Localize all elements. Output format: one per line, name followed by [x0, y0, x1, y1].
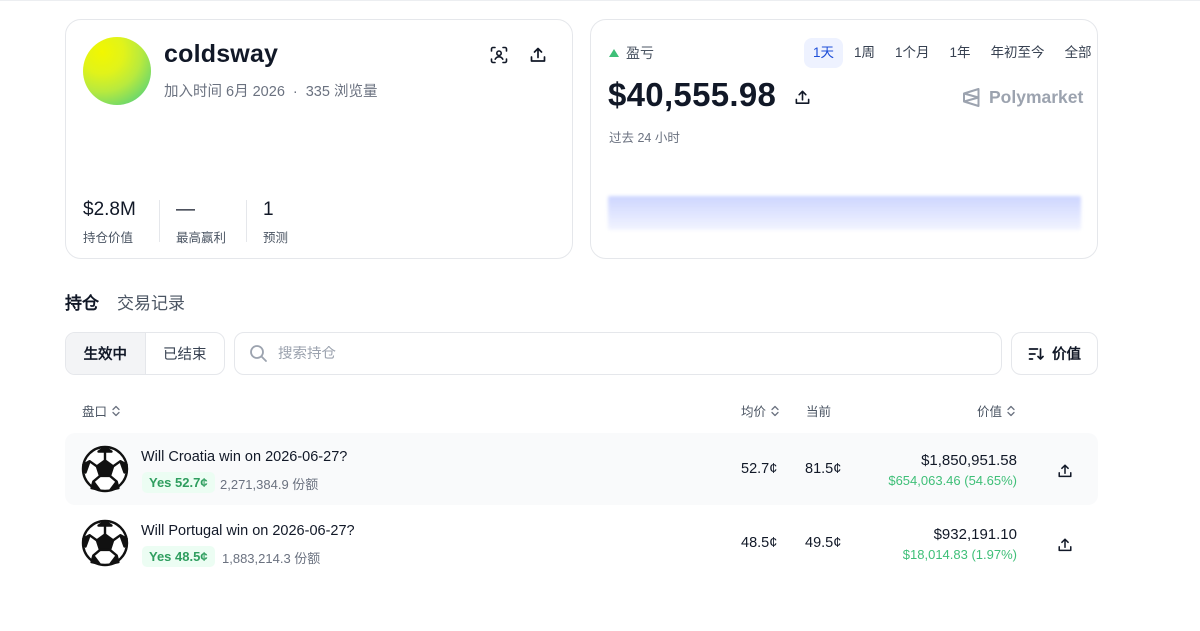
- top-divider: [0, 0, 1200, 1]
- outcome-badge: Yes 48.5¢: [142, 546, 215, 567]
- share-position-button[interactable]: [1054, 460, 1076, 482]
- join-date: 加入时间 6月 2026: [164, 84, 285, 100]
- period-1d[interactable]: 1天: [804, 38, 844, 68]
- stat-divider: [159, 200, 160, 242]
- sort-toggle-icon: [771, 405, 779, 416]
- pnl-amount: $40,555.98: [608, 76, 777, 113]
- search-input[interactable]: [278, 345, 958, 362]
- sort-button[interactable]: 价值: [1011, 332, 1098, 375]
- search-box: [234, 332, 1002, 375]
- column-header-value[interactable]: 价值: [977, 401, 1016, 420]
- share-pnl-button[interactable]: [791, 86, 813, 108]
- column-header-label: 当前: [806, 405, 832, 419]
- position-pnl: $654,063.46 (54.65%): [888, 473, 1017, 488]
- share-icon: [1058, 464, 1072, 478]
- share-icon: [530, 47, 546, 62]
- period-1y[interactable]: 1年: [941, 38, 980, 68]
- join-info: 加入时间 6月 2026 · 335 浏览量: [164, 80, 377, 101]
- stat-positions-value: $2.8M 持仓价值: [83, 199, 136, 246]
- current-price: 81.5¢: [805, 461, 842, 477]
- sort-label: 价值: [1052, 347, 1081, 363]
- filter-active[interactable]: 生效中: [66, 333, 146, 374]
- content-tabs: 持仓 交易记录: [65, 289, 185, 314]
- period-all[interactable]: 全部: [1056, 38, 1101, 68]
- scan-button[interactable]: [488, 44, 510, 66]
- profile-card: coldsway 加入时间 6月 2026 · 335 浏览量 $2.8M 持仓价值…: [65, 19, 573, 259]
- share-icon: [795, 90, 809, 104]
- column-header-current[interactable]: 当前: [806, 401, 831, 420]
- sort-toggle-icon: [112, 405, 120, 416]
- pnl-chart: [608, 196, 1081, 230]
- position-value: $932,191.10: [933, 526, 1017, 543]
- brand-name: Polymarket: [989, 87, 1084, 107]
- share-count: 2,271,384.9 份额: [220, 477, 319, 492]
- filter-closed[interactable]: 已结束: [146, 333, 225, 374]
- avg-price: 52.7¢: [741, 461, 778, 477]
- column-header-label: 盘口: [82, 405, 108, 419]
- soccer-ball-icon: [81, 445, 129, 493]
- share-icon: [1058, 538, 1072, 552]
- period-selector: 1天 1周 1个月 1年 年初至今 全部: [804, 38, 1103, 68]
- stat-value: —: [176, 199, 195, 220]
- period-1m[interactable]: 1个月: [886, 38, 939, 68]
- share-profile-button[interactable]: [527, 44, 549, 66]
- pnl-title-label: 盈亏: [626, 45, 654, 61]
- sort-icon: [1028, 347, 1044, 360]
- share-position-button[interactable]: [1054, 534, 1076, 556]
- current-price: 49.5¢: [805, 535, 842, 551]
- column-header-market[interactable]: 盘口: [82, 401, 121, 420]
- scan-icon: [490, 46, 508, 64]
- share-count: 1,883,214.3 份额: [222, 551, 321, 566]
- avg-price: 48.5¢: [741, 535, 778, 551]
- soccer-ball-icon: [81, 519, 129, 567]
- search-icon: [250, 345, 267, 362]
- column-header-label: 价值: [977, 405, 1003, 419]
- stat-label: 预测: [263, 231, 289, 245]
- table-row[interactable]: Will Portugal win on 2026-06-27? Yes 48.…: [65, 507, 1098, 579]
- stat-value: $2.8M: [83, 199, 136, 220]
- pnl-card: 盈亏 1天 1周 1个月 1年 年初至今 全部 $40,555.98 Polym…: [590, 19, 1098, 259]
- pnl-title: 盈亏: [609, 43, 654, 63]
- stat-value: 1: [263, 199, 274, 220]
- outcome-badge: Yes 52.7¢: [142, 472, 215, 493]
- view-count: 335 浏览量: [305, 84, 378, 100]
- position-value: $1,850,951.58: [921, 452, 1017, 469]
- period-ytd[interactable]: 年初至今: [982, 38, 1054, 68]
- column-header-label: 均价: [741, 405, 767, 419]
- position-pnl: $18,014.83 (1.97%): [902, 547, 1017, 562]
- polymarket-logo-icon: [963, 88, 980, 107]
- stat-divider: [246, 200, 247, 242]
- stat-label: 持仓价值: [83, 231, 134, 245]
- market-title[interactable]: Will Croatia win on 2026-06-27?: [141, 449, 347, 465]
- username: coldsway: [164, 40, 279, 68]
- status-toggle: 生效中 已结束: [65, 332, 225, 375]
- tab-positions[interactable]: 持仓: [65, 289, 99, 314]
- stat-biggest-win: — 最高赢利: [176, 199, 226, 246]
- tab-history[interactable]: 交易记录: [117, 289, 185, 314]
- column-header-avg[interactable]: 均价: [741, 401, 780, 420]
- stat-predictions: 1 预测: [263, 199, 288, 246]
- trend-up-icon: [609, 49, 619, 57]
- stat-label: 最高赢利: [176, 231, 227, 245]
- market-title[interactable]: Will Portugal win on 2026-06-27?: [141, 523, 355, 539]
- period-1w[interactable]: 1周: [845, 38, 884, 68]
- table-row[interactable]: Will Croatia win on 2026-06-27? Yes 52.7…: [65, 433, 1098, 505]
- sort-toggle-icon: [1007, 405, 1015, 416]
- separator-dot: ·: [292, 84, 298, 100]
- brand-logo: Polymarket: [962, 87, 1083, 108]
- pnl-timeframe: 过去 24 小时: [609, 131, 680, 145]
- avatar: [83, 37, 151, 105]
